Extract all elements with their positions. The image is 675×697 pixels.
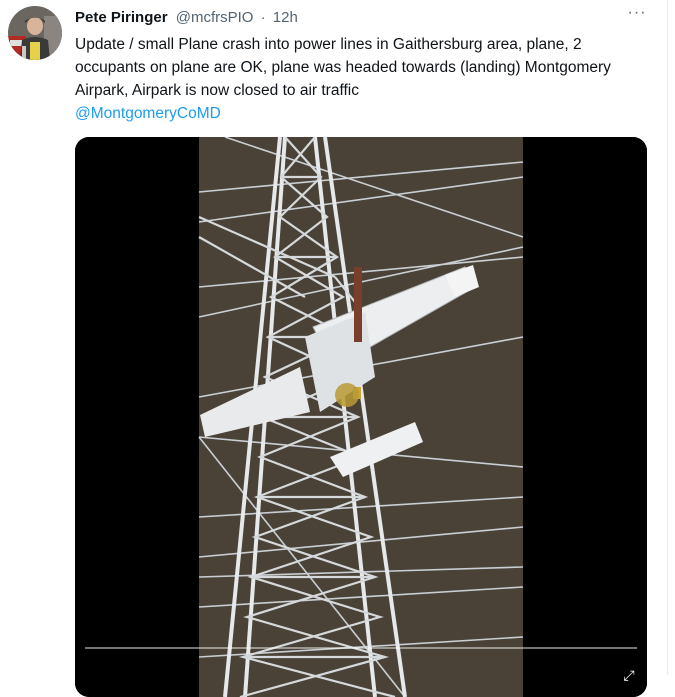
author-display-name[interactable]: Pete Piringer <box>75 9 168 26</box>
mention-link[interactable]: @MontgomeryCoMD <box>75 105 221 122</box>
fullscreen-button[interactable]: ⤢ <box>621 667 637 683</box>
author-handle[interactable]: @mcfrsPIO <box>176 9 254 26</box>
tweet-text: Update / small Plane crash into power li… <box>75 33 650 125</box>
video-frame <box>75 137 647 697</box>
author-avatar[interactable] <box>8 6 62 60</box>
tweet-header: Pete Piringer @mcfrsPIO · 12h <box>75 8 298 28</box>
header-separator: · <box>260 9 266 26</box>
video-player[interactable]: ⤢ <box>75 137 647 697</box>
timeline-divider <box>667 0 668 675</box>
more-options-button[interactable]: ··· <box>624 2 650 26</box>
more-horizontal-icon: ··· <box>627 4 647 21</box>
firefighter-avatar-icon <box>8 6 62 60</box>
tweet-body: Update / small Plane crash into power li… <box>75 36 611 99</box>
fullscreen-icon: ⤢ <box>623 667 635 683</box>
video-progress-bar[interactable] <box>85 647 637 649</box>
tweet-card[interactable]: Pete Piringer @mcfrsPIO · 12h ··· Update… <box>0 0 675 697</box>
tweet-timestamp[interactable]: 12h <box>273 9 298 26</box>
